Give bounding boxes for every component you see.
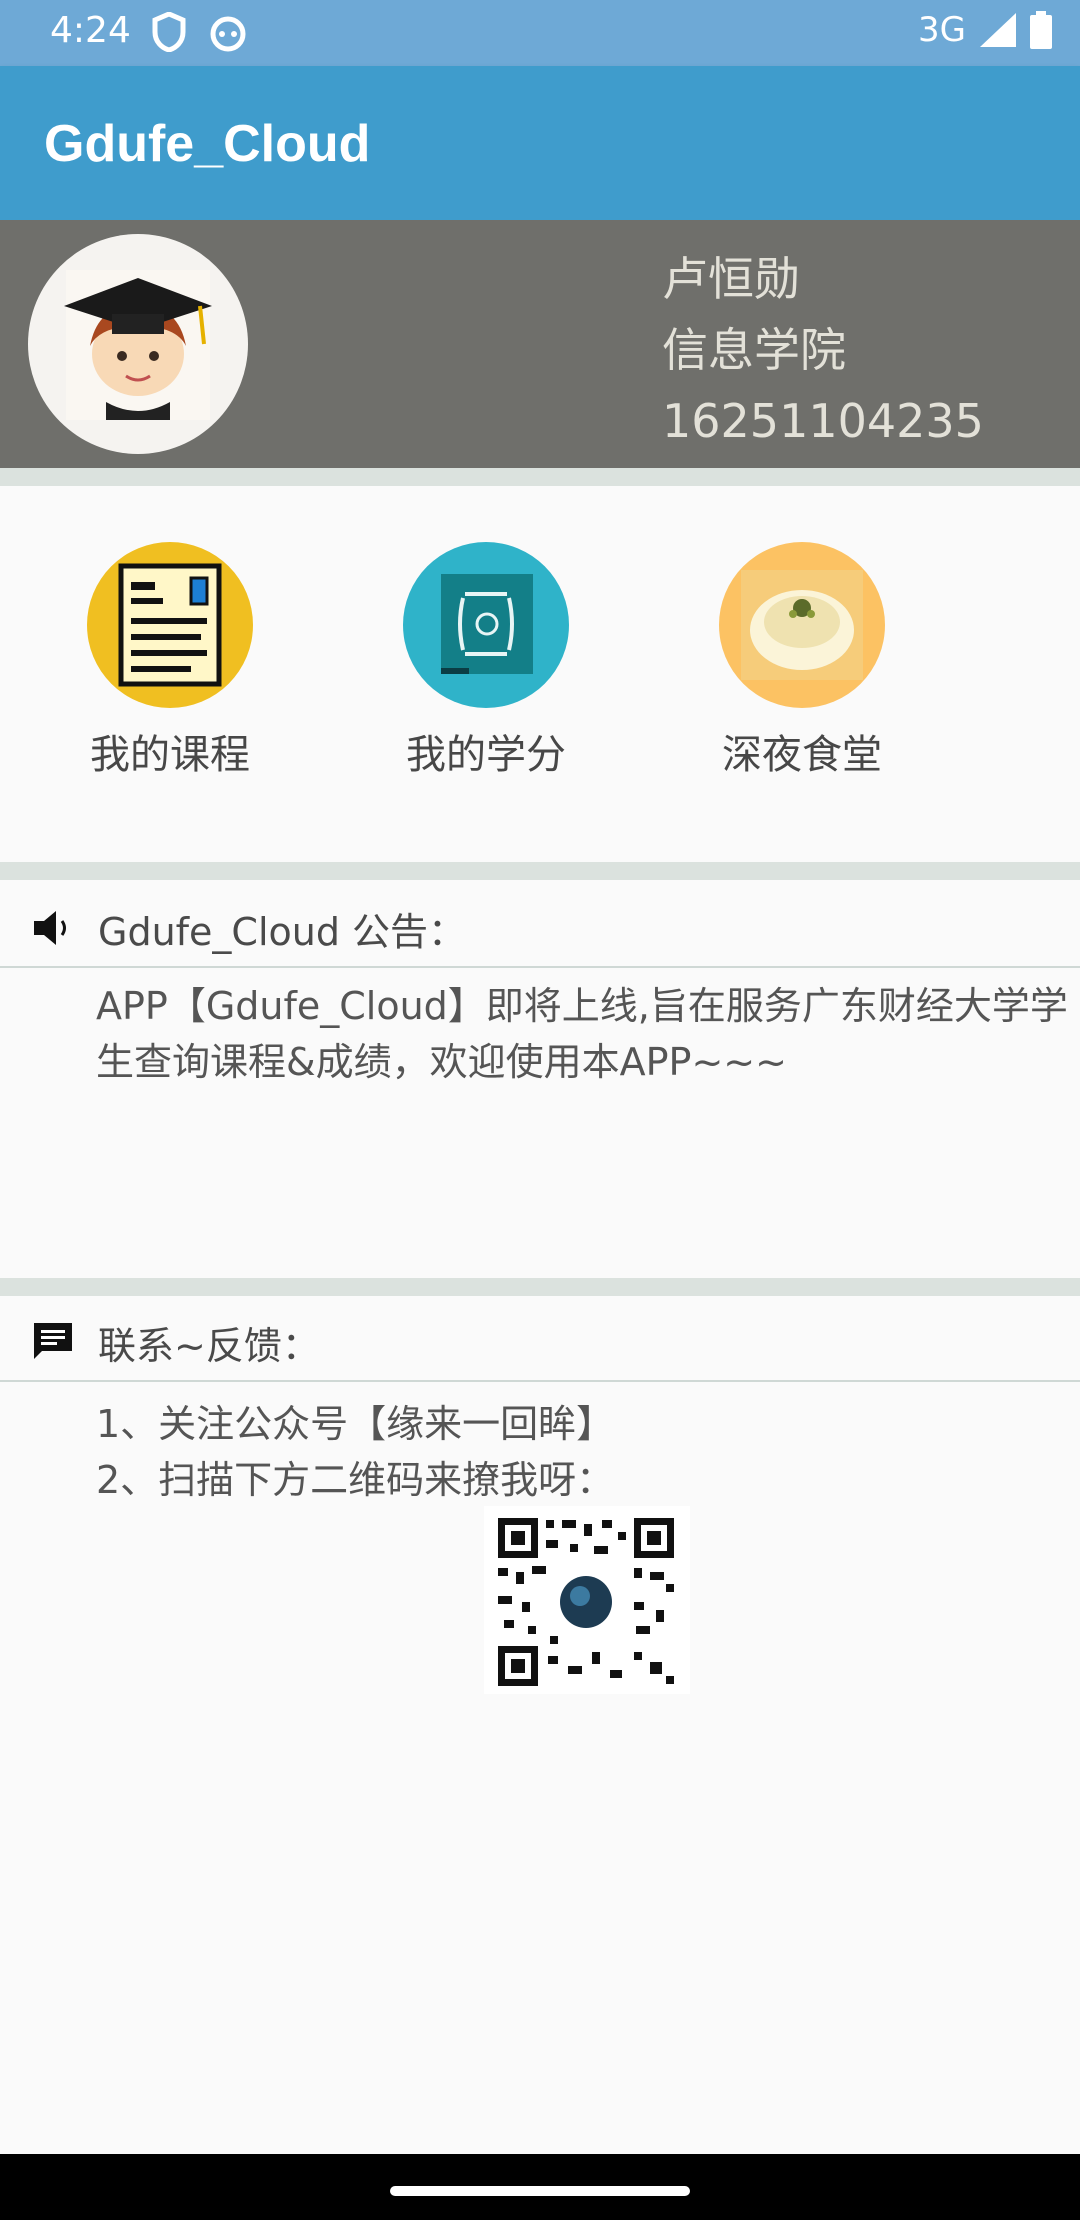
menu-label-my-courses: 我的课程 <box>90 732 250 778</box>
chat-message-icon <box>34 1323 72 1359</box>
menu-item-late-night-canteen[interactable]: 深夜食堂 <box>702 542 902 780</box>
app-title: Gdufe_Cloud <box>44 115 371 173</box>
credit-book-icon <box>403 542 569 708</box>
contact-line: 1、关注公众号【缘来一回眸】 <box>96 1402 615 1446</box>
divider <box>0 468 1080 486</box>
android-face-icon <box>210 16 246 52</box>
home-gesture-handle[interactable] <box>390 2186 690 2196</box>
app-bar: Gdufe_Cloud <box>0 66 1080 220</box>
signal-icon <box>980 13 1016 47</box>
food-dumpling-icon <box>719 542 885 708</box>
notice-line: APP【Gdufe_Cloud】即将上线,旨在服务广东财经大学学 <box>96 984 1068 1028</box>
notice-content: APP【Gdufe_Cloud】即将上线,旨在服务广东财经大学学 生查询课程&成… <box>96 978 1076 1090</box>
profile-name: 卢恒勋 <box>662 252 800 306</box>
contact-content: 1、关注公众号【缘来一回眸】 2、扫描下方二维码来撩我呀： <box>96 1396 614 1508</box>
notice-header: Gdufe_Cloud 公告： <box>0 890 1080 968</box>
contact-line: 2、扫描下方二维码来撩我呀： <box>96 1458 615 1502</box>
profile-header: 卢恒勋 信息学院 16251104235 <box>0 220 1080 468</box>
qr-code[interactable] <box>484 1506 690 1694</box>
network-label: 3G <box>918 10 966 50</box>
battery-icon <box>1030 11 1052 49</box>
menu-label-my-credits: 我的学分 <box>406 732 566 778</box>
course-document-icon <box>87 542 253 708</box>
notice-line: 生查询课程&成绩，欢迎使用本APP~~~ <box>96 1040 787 1084</box>
menu-item-my-credits[interactable]: 我的学分 <box>386 542 586 780</box>
qr-code-icon <box>498 1518 674 1686</box>
system-nav-bar <box>0 2154 1080 2220</box>
divider <box>0 862 1080 880</box>
menu-item-my-courses[interactable]: 我的课程 <box>70 542 270 780</box>
profile-student-id: 16251104235 <box>662 394 984 448</box>
status-time: 4:24 <box>50 10 131 51</box>
contact-header: 联系~反馈： <box>0 1304 1080 1382</box>
shield-icon <box>152 12 186 52</box>
graduate-boy-icon <box>64 270 212 420</box>
notice-title: Gdufe_Cloud 公告： <box>98 909 467 954</box>
status-bar: 4:24 3G <box>0 0 1080 66</box>
speaker-icon <box>34 911 66 945</box>
menu-label-late-night-canteen: 深夜食堂 <box>722 732 882 778</box>
avatar[interactable] <box>28 234 248 454</box>
profile-college: 信息学院 <box>662 323 846 377</box>
divider <box>0 1278 1080 1296</box>
contact-title: 联系~反馈： <box>98 1323 320 1368</box>
